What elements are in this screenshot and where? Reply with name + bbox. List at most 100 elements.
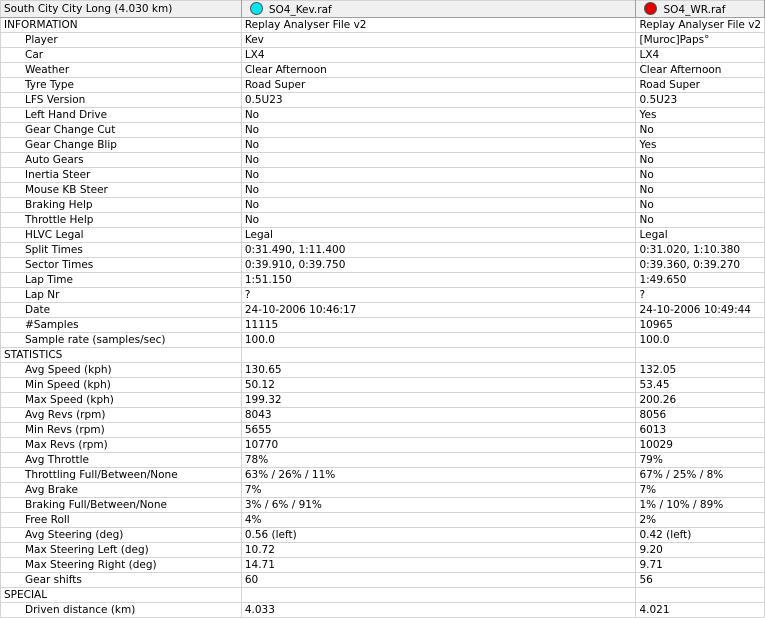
file1-value: [240, 347, 637, 363]
row-label: HLVC Legal: [0, 227, 242, 243]
row-label: Avg Speed (kph): [0, 362, 242, 378]
file1-value: 0:39.910, 0:39.750: [240, 257, 637, 273]
cyan-dot-icon: [249, 1, 263, 15]
table-row: Auto Gears No No: [0, 152, 765, 168]
file1-value: 8043: [240, 407, 637, 423]
comparison-table: South City City Long (4.030 km) SO4_Kev.…: [0, 0, 765, 618]
row-label: Weather: [0, 62, 242, 78]
file1-value: 10.72: [240, 542, 637, 558]
row-label: Max Steering Right (deg): [0, 557, 242, 573]
file2-value: No: [635, 197, 765, 213]
file2-value: 7%: [635, 482, 765, 498]
file2-value: 10029: [635, 437, 765, 453]
table-row: Max Revs (rpm) 10770 10029: [0, 437, 765, 453]
table-row: Player Kev [Muroc]Paps°: [0, 32, 765, 48]
file2-value: 53.45: [635, 377, 765, 393]
file1-value: No: [240, 212, 637, 228]
table-row: LFS Version 0.5U23 0.5U23: [0, 92, 765, 108]
row-label: Player: [0, 32, 242, 48]
file2-value: No: [635, 212, 765, 228]
file1-value: 5655: [240, 422, 637, 438]
table-row: Avg Throttle 78% 79%: [0, 452, 765, 468]
row-label: Split Times: [0, 242, 242, 258]
row-label: Mouse KB Steer: [0, 182, 242, 198]
file2-value: 0:39.360, 0:39.270: [635, 257, 765, 273]
file2-value: No: [635, 182, 765, 198]
row-label: Max Speed (kph): [0, 392, 242, 408]
file1-value: 63% / 26% / 11%: [240, 467, 637, 483]
file2-value: 1% / 10% / 89%: [635, 497, 765, 513]
file2-value: 100.0: [635, 332, 765, 348]
file2-value: Road Super: [635, 77, 765, 93]
file2-value: No: [635, 152, 765, 168]
table-row: Left Hand Drive No Yes: [0, 107, 765, 123]
row-label: Auto Gears: [0, 152, 242, 168]
file1-value: No: [240, 122, 637, 138]
file2-value: Clear Afternoon: [635, 62, 765, 78]
file2-value: [635, 347, 765, 363]
file2-value: No: [635, 122, 765, 138]
row-label: Lap Time: [0, 272, 242, 288]
file1-value: ?: [240, 287, 637, 303]
row-label: Gear Change Cut: [0, 122, 242, 138]
track-header[interactable]: South City City Long (4.030 km): [0, 0, 242, 18]
file2-value: 132.05: [635, 362, 765, 378]
table-row: Car LX4 LX4: [0, 47, 765, 63]
row-label: Inertia Steer: [0, 167, 242, 183]
file2-value: Replay Analyser File v2: [635, 17, 765, 33]
table-row: Max Steering Left (deg) 10.72 9.20: [0, 542, 765, 558]
file1-header[interactable]: SO4_Kev.raf: [240, 0, 637, 18]
table-row: Avg Steering (deg) 0.56 (left) 0.42 (left): [0, 527, 765, 543]
file1-value: 0.5U23: [240, 92, 637, 108]
table-row: Tyre Type Road Super Road Super: [0, 77, 765, 93]
file1-value: 60: [240, 572, 637, 588]
file2-value: 0.5U23: [635, 92, 765, 108]
file1-value: 0:31.490, 1:11.400: [240, 242, 637, 258]
row-label: Avg Revs (rpm): [0, 407, 242, 423]
file1-value: 130.65: [240, 362, 637, 378]
row-label: Sector Times: [0, 257, 242, 273]
file2-value: 67% / 25% / 8%: [635, 467, 765, 483]
file2-value: 79%: [635, 452, 765, 468]
file2-header[interactable]: SO4_WR.raf: [635, 0, 765, 18]
table-row: HLVC Legal Legal Legal: [0, 227, 765, 243]
file2-value: 9.71: [635, 557, 765, 573]
table-row: Min Revs (rpm) 5655 6013: [0, 422, 765, 438]
file1-name: SO4_Kev.raf: [268, 3, 332, 16]
row-label: Braking Full/Between/None: [0, 497, 242, 513]
file2-value: Yes: [635, 137, 765, 153]
row-label: STATISTICS: [0, 347, 242, 363]
table-row: #Samples 11115 10965: [0, 317, 765, 333]
row-label: Max Revs (rpm): [0, 437, 242, 453]
file1-value: 78%: [240, 452, 637, 468]
row-label: Car: [0, 47, 242, 63]
section-row: INFORMATION Replay Analyser File v2 Replay…: [0, 17, 765, 33]
table-row: Max Speed (kph) 199.32 200.26: [0, 392, 765, 408]
file2-value: [Muroc]Paps°: [635, 32, 765, 48]
table-row: Avg Revs (rpm) 8043 8056: [0, 407, 765, 423]
row-label: Gear shifts: [0, 572, 242, 588]
table-row: Avg Speed (kph) 130.65 132.05: [0, 362, 765, 378]
file1-value: Kev: [240, 32, 637, 48]
table-row: Gear shifts 60 56: [0, 572, 765, 588]
table-row: Free Roll 4% 2%: [0, 512, 765, 528]
file2-value: [635, 587, 765, 603]
row-label: Free Roll: [0, 512, 242, 528]
file2-value: 24-10-2006 10:49:44: [635, 302, 765, 318]
table-row: Mouse KB Steer No No: [0, 182, 765, 198]
row-label: Braking Help: [0, 197, 242, 213]
row-label: Min Revs (rpm): [0, 422, 242, 438]
table-row: Lap Nr??: [0, 287, 765, 303]
track-name: South City City Long (4.030 km): [4, 2, 173, 15]
file1-value: Legal: [240, 227, 637, 243]
table-row: Date 24-10-2006 10:46:17 24-10-2006 10:49:…: [0, 302, 765, 318]
file1-value: 3% / 6% / 91%: [240, 497, 637, 513]
file2-value: 200.26: [635, 392, 765, 408]
table-row: Sector Times 0:39.910, 0:39.750 0:39.360, …: [0, 257, 765, 273]
file1-value: No: [240, 107, 637, 123]
file2-value: 56: [635, 572, 765, 588]
table-row: Braking Full/Between/None 3% / 6% / 91% 1%…: [0, 497, 765, 513]
file1-value: No: [240, 152, 637, 168]
file1-value: No: [240, 137, 637, 153]
table-row: Throttle Help No No: [0, 212, 765, 228]
